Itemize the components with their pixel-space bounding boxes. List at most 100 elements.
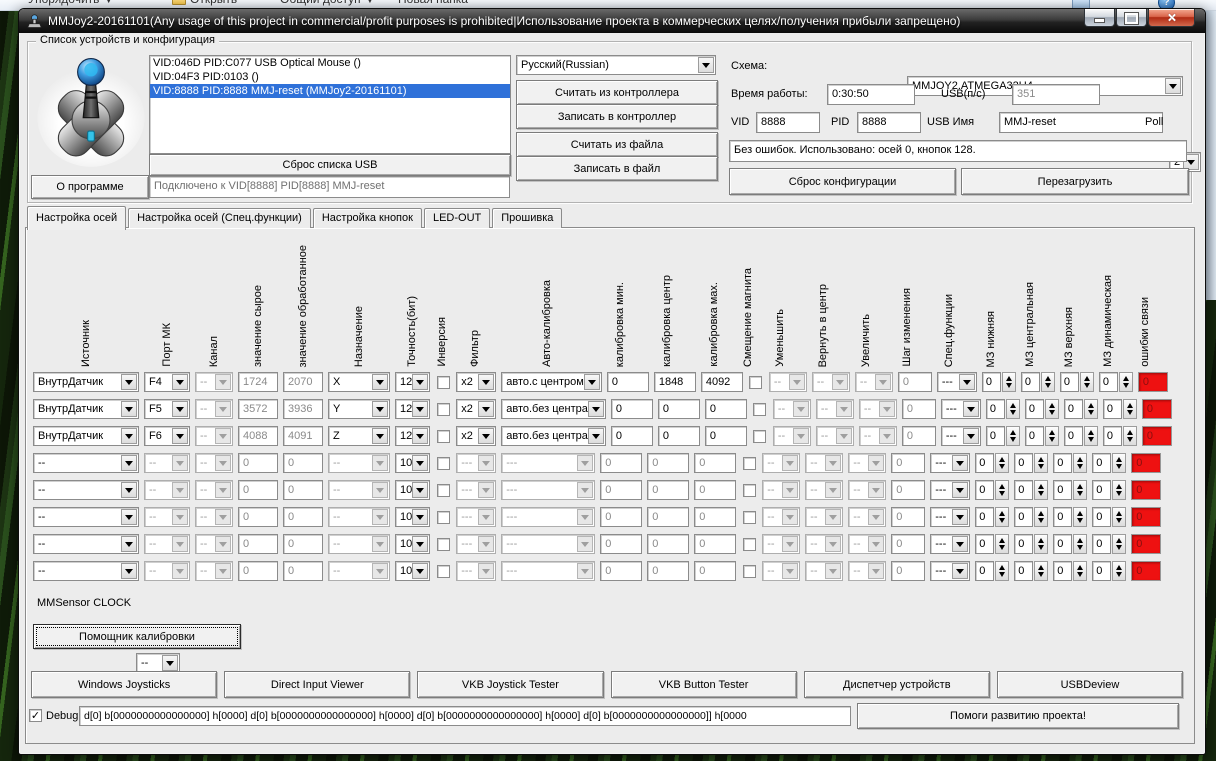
chevron-down-icon[interactable] <box>412 563 428 579</box>
chevron-down-icon[interactable] <box>588 401 604 417</box>
dz_center-spinner[interactable]: 0 <box>1014 453 1048 473</box>
tab-1[interactable]: Настройка осей <box>27 206 126 230</box>
specfunc-select[interactable]: --- <box>930 534 970 554</box>
spinner-arrows-icon[interactable] <box>1045 399 1059 419</box>
write-file-button[interactable]: Записать в файл <box>516 156 718 181</box>
uptime-field[interactable]: 0:30:50 <box>827 84 915 105</box>
dz_high-spinner[interactable]: 0 <box>1053 453 1087 473</box>
dz_dyn-spinner[interactable]: 0 <box>1103 399 1137 419</box>
device-list-item[interactable]: VID:8888 PID:8888 MMJ-reset (MMJoy2-2016… <box>150 84 510 98</box>
cal_center-field[interactable]: 1848 <box>654 372 696 392</box>
magnet-checkbox[interactable] <box>749 376 762 389</box>
spinner-arrows-icon[interactable] <box>1006 399 1020 419</box>
invert-checkbox[interactable] <box>437 457 450 470</box>
invert-checkbox[interactable] <box>437 484 450 497</box>
magnet-checkbox[interactable] <box>743 538 756 551</box>
dz_high-spinner[interactable]: 0 <box>1053 480 1087 500</box>
chevron-down-icon[interactable] <box>121 428 137 444</box>
spinner-arrows-icon[interactable] <box>1073 507 1087 527</box>
magnet-checkbox[interactable] <box>743 511 756 524</box>
specfunc-select[interactable]: --- <box>930 453 970 473</box>
spinner-arrows-icon[interactable] <box>1034 507 1048 527</box>
dz_low-spinner[interactable]: 0 <box>975 534 1009 554</box>
chevron-down-icon[interactable] <box>121 536 137 552</box>
explorer-share-button[interactable]: Общий доступ ▼ <box>280 0 376 6</box>
read-file-button[interactable]: Считать из файла <box>516 132 718 157</box>
dz_low-spinner[interactable]: 0 <box>975 453 1009 473</box>
device-list[interactable]: VID:046D PID:C077 USB Optical Mouse ()VI… <box>149 55 511 154</box>
source-select[interactable]: -- <box>33 507 139 527</box>
dz_dyn-spinner[interactable]: 0 <box>1092 480 1126 500</box>
port-select[interactable]: F5 <box>144 399 190 419</box>
close-button[interactable] <box>1148 9 1195 27</box>
spinner-arrows-icon[interactable] <box>1123 399 1137 419</box>
specfunc-select[interactable]: --- <box>941 426 981 446</box>
magnet-checkbox[interactable] <box>743 457 756 470</box>
about-button[interactable]: О программе <box>31 175 149 199</box>
footer-button-4[interactable]: VKB Button Tester <box>611 671 797 698</box>
dz_low-spinner[interactable]: 0 <box>986 399 1020 419</box>
dz_center-spinner[interactable]: 0 <box>1014 480 1048 500</box>
magnet-checkbox[interactable] <box>743 484 756 497</box>
autocal-select[interactable]: авто.с центром <box>501 372 602 392</box>
spinner-arrows-icon[interactable] <box>1084 399 1098 419</box>
source-select[interactable]: ВнутрДатчик <box>33 399 139 419</box>
dz_dyn-spinner[interactable]: 0 <box>1092 561 1126 581</box>
spinner-arrows-icon[interactable] <box>1123 426 1137 446</box>
chevron-down-icon[interactable] <box>963 401 979 417</box>
cal_min-field[interactable]: 0 <box>611 426 653 446</box>
specfunc-select[interactable]: --- <box>930 480 970 500</box>
dz_dyn-spinner[interactable]: 0 <box>1092 453 1126 473</box>
bits-select[interactable]: 10 <box>395 480 430 500</box>
explorer-organize-button[interactable]: Упорядочить ▼ <box>28 0 115 6</box>
spinner-arrows-icon[interactable] <box>1119 372 1133 392</box>
chevron-down-icon[interactable] <box>412 401 428 417</box>
window-titlebar[interactable]: MMJoy2-20161101(Any usage of this projec… <box>19 9 1205 33</box>
chevron-down-icon[interactable] <box>584 374 600 390</box>
explorer-newfolder-button[interactable]: Новая папка <box>398 0 468 6</box>
filter-select[interactable]: x2 <box>456 399 496 419</box>
dz_center-spinner[interactable]: 0 <box>1014 561 1048 581</box>
debug-checkbox[interactable]: ✓ <box>29 709 42 722</box>
chevron-down-icon[interactable] <box>372 428 388 444</box>
dz_low-spinner[interactable]: 0 <box>975 507 1009 527</box>
spinner-arrows-icon[interactable] <box>1073 534 1087 554</box>
magnet-checkbox[interactable] <box>753 403 766 416</box>
dz_low-spinner[interactable]: 0 <box>986 426 1020 446</box>
chevron-down-icon[interactable] <box>1165 78 1181 94</box>
port-select[interactable]: F6 <box>144 426 190 446</box>
chevron-down-icon[interactable] <box>121 509 137 525</box>
chevron-down-icon[interactable] <box>412 374 428 390</box>
spinner-arrows-icon[interactable] <box>995 561 1009 581</box>
debug-field[interactable]: d[0] b[0000000000000000] h[0000] d[0] b[… <box>79 706 851 726</box>
bits-select[interactable]: 10 <box>395 453 430 473</box>
chevron-down-icon[interactable] <box>588 428 604 444</box>
dz_high-spinner[interactable]: 0 <box>1060 372 1094 392</box>
donate-button[interactable]: Помоги развитию проекта! <box>857 703 1179 729</box>
device-list-item[interactable]: VID:04F3 PID:0103 () <box>150 70 510 84</box>
write-controller-button[interactable]: Записать в контроллер <box>516 104 718 129</box>
spinner-arrows-icon[interactable] <box>1112 534 1126 554</box>
chevron-down-icon[interactable] <box>478 401 494 417</box>
spinner-arrows-icon[interactable] <box>1002 372 1016 392</box>
footer-button-3[interactable]: VKB Joystick Tester <box>417 671 603 698</box>
source-select[interactable]: -- <box>33 480 139 500</box>
chevron-down-icon[interactable] <box>952 509 968 525</box>
dz_center-spinner[interactable]: 0 <box>1025 426 1059 446</box>
bits-select[interactable]: 12 <box>395 399 430 419</box>
chevron-down-icon[interactable] <box>121 563 137 579</box>
autocal-select[interactable]: авто.без центра <box>501 426 606 446</box>
chevron-down-icon[interactable] <box>478 374 494 390</box>
dz_dyn-spinner[interactable]: 0 <box>1092 507 1126 527</box>
usb-name-field[interactable]: MMJ-reset <box>999 112 1163 133</box>
filter-select[interactable]: x2 <box>456 372 496 392</box>
reset-usb-button[interactable]: Сброс списка USB <box>149 154 511 176</box>
footer-button-1[interactable]: Windows Joysticks <box>31 671 217 698</box>
invert-checkbox[interactable] <box>437 538 450 551</box>
invert-checkbox[interactable] <box>437 376 450 389</box>
spinner-arrows-icon[interactable] <box>1034 534 1048 554</box>
explorer-open-button[interactable]: Открыть <box>172 0 237 6</box>
dz_high-spinner[interactable]: 0 <box>1053 561 1087 581</box>
chevron-down-icon[interactable] <box>121 401 137 417</box>
spinner-arrows-icon[interactable] <box>1041 372 1055 392</box>
